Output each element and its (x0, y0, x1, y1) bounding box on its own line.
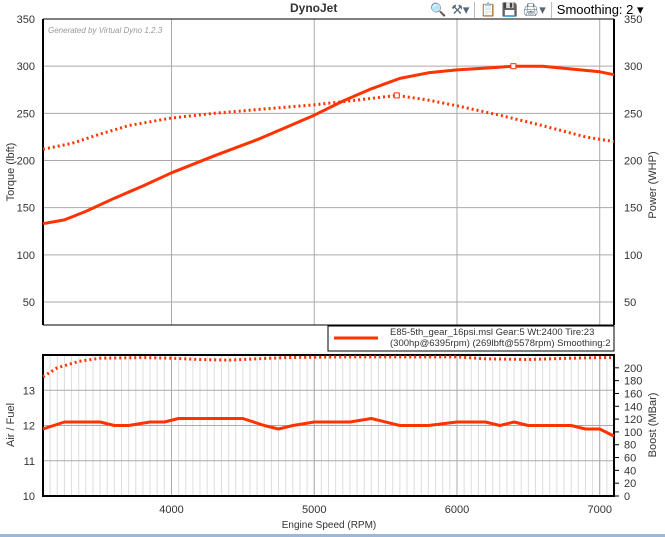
rpm-tick-label: 4000 (159, 504, 183, 516)
afr-axis-label: Air / Fuel (5, 403, 17, 447)
power-tick-label: 50 (624, 297, 636, 309)
boost-tick-label: 60 (624, 453, 636, 465)
torque-tick-label: 50 (23, 297, 35, 309)
power-axis-label: Power (WHP) (647, 151, 659, 218)
watermark: Generated by Virtual Dyno 1.2.3 (48, 26, 163, 35)
boost-tick-label: 200 (624, 363, 642, 375)
torque-axis-label: Torque (lbft) (5, 143, 17, 202)
torque-tick-label: 100 (17, 250, 35, 262)
rpm-tick-label: 5000 (302, 504, 326, 516)
power-line (42, 64, 615, 226)
torque-tick-label: 250 (17, 108, 35, 120)
boost-tick-label: 0 (624, 491, 630, 503)
torque-tick-label: 350 (17, 14, 35, 26)
torque-tick-label: 150 (17, 203, 35, 215)
afr-tick-label: 12 (23, 421, 35, 433)
power-tick-label: 100 (624, 250, 642, 262)
power-tick-label: 150 (624, 203, 642, 215)
dyno-chart: 50 50100 100150 150200 200250 250300 300350 350… (5, 14, 659, 531)
afr-tick-label: 10 (23, 491, 35, 503)
power-tick-label: 350 (624, 14, 642, 26)
boost-axis-label: Boost (MBar) (647, 393, 659, 458)
torque-tick-label: 200 (17, 156, 35, 168)
power-tick-label: 250 (624, 108, 642, 120)
rpm-tick-label: 6000 (445, 504, 469, 516)
torque-line (42, 93, 615, 151)
x-axis-label: Engine Speed (RPM) (282, 520, 377, 531)
boost-tick-label: 180 (624, 376, 642, 388)
torque-tick-label: 300 (17, 61, 35, 73)
boost-tick-label: 20 (624, 478, 636, 490)
boost-tick-label: 40 (624, 465, 636, 477)
torque-line-peak-marker (393, 92, 400, 99)
afr-tick-label: 13 (23, 385, 35, 397)
afr-tick-label: 11 (24, 456, 35, 468)
power-tick-label: 200 (624, 156, 642, 168)
power-line-peak-marker (510, 63, 517, 70)
power-tick-label: 300 (624, 61, 642, 73)
boost-tick-label: 80 (624, 440, 636, 452)
legend-line-2: (300hp@6395rpm) (269lbft@5578rpm) Smooth… (390, 338, 611, 349)
boost-tick-label: 120 (624, 414, 642, 426)
boost-tick-label: 100 (624, 427, 642, 439)
boost-tick-label: 140 (624, 401, 642, 413)
legend-line-1: E85-5th_gear_16psi.msl Gear:5 Wt:2400 Ti… (390, 327, 594, 338)
boost-tick-label: 160 (624, 388, 642, 400)
rpm-tick-label: 7000 (587, 504, 611, 516)
